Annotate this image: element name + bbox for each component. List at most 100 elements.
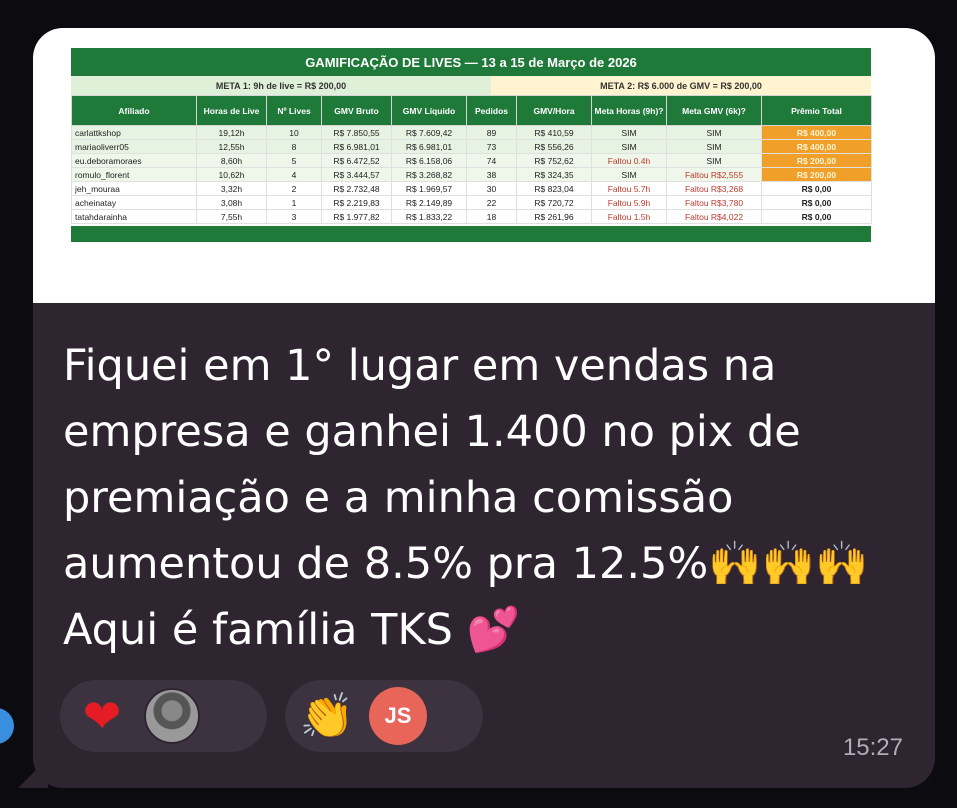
sheet-title: GAMIFICAÇÃO DE LIVES — 13 a 15 de Março … xyxy=(71,48,871,76)
header-cell: Meta GMV (6k)? xyxy=(666,95,762,126)
table-cell: 3 xyxy=(266,209,322,224)
header-cell: Nº Lives xyxy=(266,95,322,126)
ranking-table: Afiliado Horas de Live Nº Lives GMV Brut… xyxy=(71,95,872,224)
table-row: romulo_florent 10,62h 4 R$ 3.444,57 R$ 3.268… xyxy=(71,167,872,182)
affiliate-name-cell: eu.deboramoraes xyxy=(71,153,197,168)
sheet-footer-bar xyxy=(71,226,871,242)
table-cell: R$ 200,00 xyxy=(761,167,872,182)
table-cell: Faltou 0.4h xyxy=(591,153,667,168)
table-cell: 1 xyxy=(266,195,322,210)
table-cell: R$ 7.609,42 xyxy=(391,125,467,140)
table-cell: 19,12h xyxy=(196,125,267,140)
table-cell: 89 xyxy=(466,125,517,140)
affiliate-name-cell: romulo_florent xyxy=(71,167,197,182)
affiliate-name-cell: mariaoliverr05 xyxy=(71,139,197,154)
table-cell: SIM xyxy=(666,153,762,168)
reactor-avatar-initials: JS xyxy=(369,687,427,745)
table-cell: SIM xyxy=(591,125,667,140)
table-cell: Faltou R$3,268 xyxy=(666,181,762,196)
table-cell: 74 xyxy=(466,153,517,168)
table-cell: R$ 3.268,82 xyxy=(391,167,467,182)
two-hearts-icon: 💕 xyxy=(466,605,521,655)
table-cell: SIM xyxy=(666,125,762,140)
table-cell: 38 xyxy=(466,167,517,182)
table-cell: 12,55h xyxy=(196,139,267,154)
header-cell: GMV Bruto xyxy=(321,95,392,126)
table-cell: 18 xyxy=(466,209,517,224)
message-line: Fiquei em 1° lugar em vendas na xyxy=(63,341,777,391)
table-cell: Faltou 1.5h xyxy=(591,209,667,224)
reactor-avatar xyxy=(144,688,200,744)
message-text: Fiquei em 1° lugar em vendas na empresa … xyxy=(63,333,913,663)
table-row: carlattkshop 19,12h 10 R$ 7.850,55 R$ 7.609,… xyxy=(71,125,872,140)
message-line-text: aumentou de 8.5% pra 12.5% xyxy=(63,539,709,589)
header-cell: GMV Líquido xyxy=(391,95,467,126)
table-cell: R$ 400,00 xyxy=(761,139,872,154)
table-row: tatahdarainha 7,55h 3 R$ 1.977,82 R$ 1.833,2… xyxy=(71,209,872,224)
table-cell: R$ 556,26 xyxy=(516,139,592,154)
spreadsheet: GAMIFICAÇÃO DE LIVES — 13 a 15 de Março … xyxy=(71,48,872,294)
table-cell: R$ 720,72 xyxy=(516,195,592,210)
table-cell: R$ 1.977,82 xyxy=(321,209,392,224)
message-line: premiação e a minha comissão xyxy=(63,473,734,523)
table-cell: 10,62h xyxy=(196,167,267,182)
table-cell: 3,32h xyxy=(196,181,267,196)
table-cell: 10 xyxy=(266,125,322,140)
table-cell: 5 xyxy=(266,153,322,168)
table-cell: R$ 261,96 xyxy=(516,209,592,224)
message-bubble[interactable]: GAMIFICAÇÃO DE LIVES — 13 a 15 de Março … xyxy=(33,28,935,788)
affiliate-name-cell: carlattkshop xyxy=(71,125,197,140)
table-cell: R$ 200,00 xyxy=(761,153,872,168)
table-cell: 7,55h xyxy=(196,209,267,224)
table-cell: R$ 0,00 xyxy=(761,209,872,224)
table-cell: R$ 6.981,01 xyxy=(321,139,392,154)
table-cell: R$ 2.149,89 xyxy=(391,195,467,210)
attached-image[interactable]: GAMIFICAÇÃO DE LIVES — 13 a 15 de Março … xyxy=(33,28,935,303)
table-cell: R$ 6.472,52 xyxy=(321,153,392,168)
table-cell: R$ 6.158,06 xyxy=(391,153,467,168)
header-cell: Prêmio Total xyxy=(761,95,872,126)
reaction-clap[interactable]: 👏 JS xyxy=(285,680,483,752)
table-row: mariaoliverr05 12,55h 8 R$ 6.981,01 R$ 6.981… xyxy=(71,139,872,154)
table-cell: R$ 1.833,22 xyxy=(391,209,467,224)
meta-row: META 1: 9h de live = R$ 200,00 META 2: R… xyxy=(71,76,871,95)
affiliate-name-cell: jeh_mouraa xyxy=(71,181,197,196)
affiliate-name-cell: tatahdarainha xyxy=(71,209,197,224)
table-cell: 2 xyxy=(266,181,322,196)
table-cell: R$ 3.444,57 xyxy=(321,167,392,182)
table-cell: R$ 752,62 xyxy=(516,153,592,168)
table-cell: Faltou 5.9h xyxy=(591,195,667,210)
heart-icon: ❤ xyxy=(82,690,122,742)
message-line: empresa e ganhei 1.400 no pix de xyxy=(63,407,801,457)
table-cell: R$ 324,35 xyxy=(516,167,592,182)
message-line: aumentou de 8.5% pra 12.5%🙌🙌🙌 xyxy=(63,531,913,597)
header-cell: GMV/Hora xyxy=(516,95,592,126)
table-cell: R$ 0,00 xyxy=(761,195,872,210)
table-cell: 73 xyxy=(466,139,517,154)
table-cell: R$ 2.219,83 xyxy=(321,195,392,210)
affiliate-name-cell: acheinatay xyxy=(71,195,197,210)
table-cell: R$ 410,59 xyxy=(516,125,592,140)
table-cell: 22 xyxy=(466,195,517,210)
table-cell: R$ 6.981,01 xyxy=(391,139,467,154)
message-line: Aqui é família TKS 💕 xyxy=(63,597,913,663)
table-header-row: Afiliado Horas de Live Nº Lives GMV Brut… xyxy=(71,95,872,126)
table-cell: SIM xyxy=(591,167,667,182)
table-cell: R$ 2.732,48 xyxy=(321,181,392,196)
message-timestamp: 15:27 xyxy=(842,734,903,761)
table-row: acheinatay 3,08h 1 R$ 2.219,83 R$ 2.149,89 22… xyxy=(71,195,872,210)
message-line-text: Aqui é família TKS xyxy=(63,605,453,655)
table-cell: 4 xyxy=(266,167,322,182)
table-cell: 8,60h xyxy=(196,153,267,168)
table-cell: Faltou R$4,022 xyxy=(666,209,762,224)
table-cell: 8 xyxy=(266,139,322,154)
reaction-heart[interactable]: ❤ xyxy=(60,680,267,752)
table-cell: Faltou R$2,555 xyxy=(666,167,762,182)
table-cell: 30 xyxy=(466,181,517,196)
meta1-label: META 1: 9h de live = R$ 200,00 xyxy=(71,76,491,95)
header-cell: Horas de Live xyxy=(196,95,267,126)
table-cell: 3,08h xyxy=(196,195,267,210)
table-cell: R$ 400,00 xyxy=(761,125,872,140)
table-cell: R$ 823,04 xyxy=(516,181,592,196)
header-cell: Pedidos xyxy=(466,95,517,126)
